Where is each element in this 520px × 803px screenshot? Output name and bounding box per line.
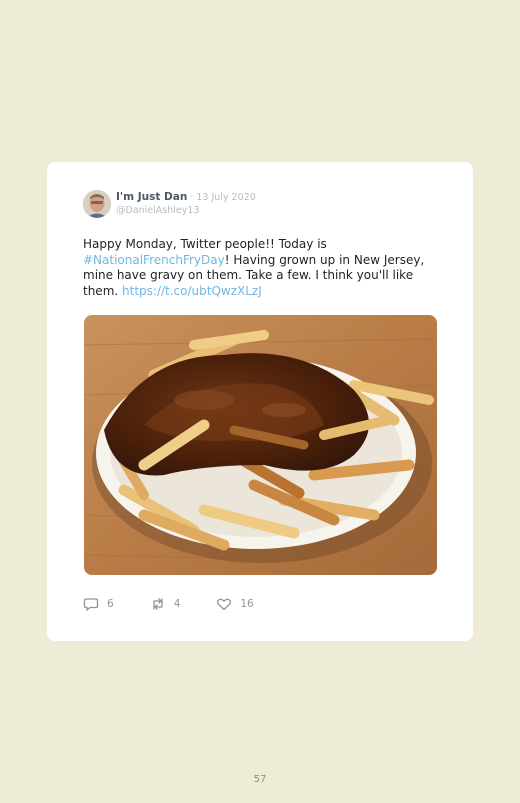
tweet-url-link[interactable]: https://t.co/ubtQwzXLzJ (122, 284, 262, 298)
reply-action[interactable]: 6 (83, 596, 114, 612)
author-handle[interactable]: @DanielAshley13 (116, 205, 199, 216)
avatar-photo-icon (83, 190, 111, 218)
tweet-photo[interactable] (84, 315, 437, 575)
avatar[interactable] (83, 190, 111, 218)
retweet-arrows-icon (150, 596, 166, 612)
like-count: 16 (240, 598, 254, 610)
tweet-actions: 6 4 16 (83, 596, 254, 612)
tweet-card: I'm Just Dan · 13 July 2020 @DanielAshle… (47, 162, 473, 641)
like-action[interactable]: 16 (216, 596, 254, 612)
tweet-date[interactable]: 13 July 2020 (196, 192, 255, 203)
retweet-action[interactable]: 4 (150, 596, 181, 612)
heart-icon (216, 596, 232, 612)
hashtag-link[interactable]: #NationalFrenchFryDay (83, 253, 225, 267)
page-number: 57 (253, 774, 267, 785)
tweet-text: Happy Monday, Twitter people!! Today is … (83, 237, 435, 299)
tweet-text-part-1: Happy Monday, Twitter people!! Today is (83, 237, 327, 251)
author-row: I'm Just Dan · 13 July 2020 (116, 191, 256, 203)
reply-count: 6 (107, 598, 114, 610)
author-name[interactable]: I'm Just Dan (116, 191, 187, 203)
speech-bubble-icon (83, 596, 99, 612)
fries-with-gravy-photo-icon (84, 315, 437, 575)
retweet-count: 4 (173, 598, 181, 610)
